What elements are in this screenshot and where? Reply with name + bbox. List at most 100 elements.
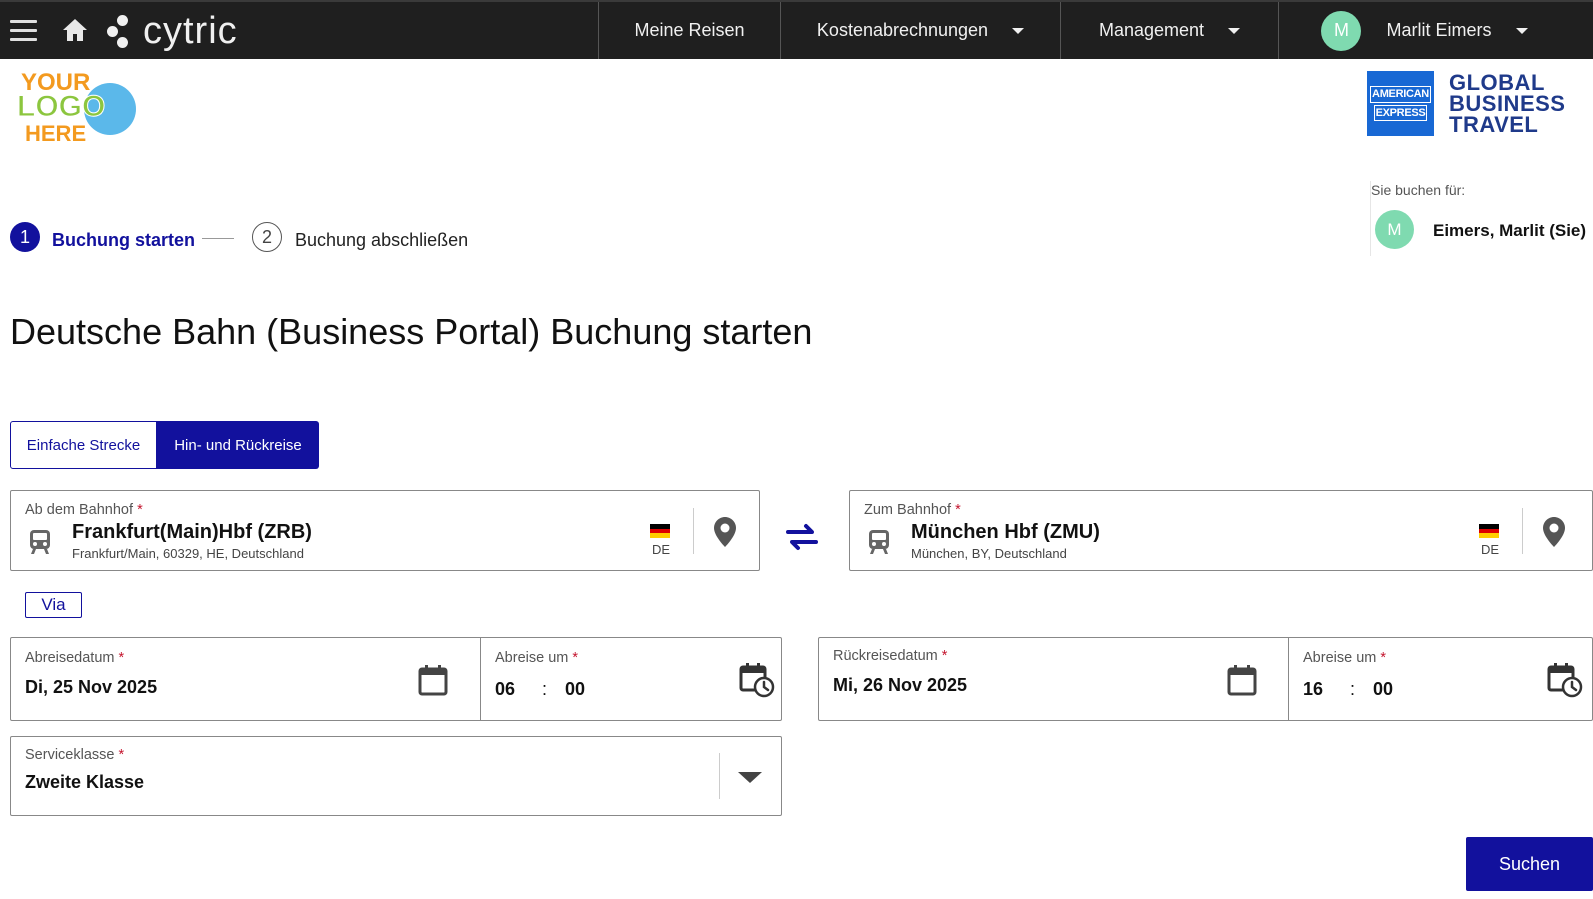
return-date-field[interactable]: Rückreisedatum * Mi, 26 Nov 2025 [818, 637, 1289, 721]
label-text: Abreise um [495, 650, 569, 666]
required-mark: * [955, 502, 961, 518]
gbt-line: BUSINESS [1449, 91, 1566, 116]
return-time-field[interactable]: Abreise um * 16 : 00 [1288, 637, 1593, 721]
required-mark: * [137, 502, 143, 518]
departure-date-value: Di, 25 Nov 2025 [25, 677, 158, 697]
label-text: Abreise um [1303, 650, 1377, 666]
nav-label: Kostenabrechnungen [816, 20, 989, 40]
return-hour-input[interactable]: 16 [1303, 679, 1323, 700]
required-mark: * [118, 650, 125, 666]
company-logo: YOUR LOGO HERE [17, 69, 136, 146]
swap-stations-icon[interactable] [784, 522, 820, 552]
to-station-field[interactable]: Zum Bahnhof * München Hbf (ZMU) München,… [849, 490, 1593, 571]
from-station-label: Ab dem Bahnhof * [25, 502, 143, 518]
departure-hour-input[interactable]: 06 [495, 679, 515, 700]
required-mark: * [1380, 650, 1387, 666]
return-date-value: Mi, 26 Nov 2025 [833, 675, 968, 695]
from-country-code: DE [652, 542, 671, 557]
map-pin-icon[interactable] [1542, 516, 1566, 548]
nav-kostenabrechnungen[interactable]: Kostenabrechnungen [780, 2, 1060, 59]
nav-meine-reisen[interactable]: Meine Reisen [598, 2, 780, 59]
departure-time-label: Abreise um * [495, 650, 578, 666]
cytric-brand-name: cytric [143, 10, 238, 52]
to-station-name: München Hbf (ZMU) [911, 521, 1100, 543]
gbt-text: GLOBAL BUSINESS TRAVEL [1449, 70, 1566, 137]
page-title: Deutsche Bahn (Business Portal) Buchung … [10, 311, 813, 352]
label-text: Zum Bahnhof [864, 502, 952, 518]
calendar-icon[interactable] [1227, 664, 1257, 696]
from-station-field[interactable]: Ab dem Bahnhof * Frankfurt(Main)Hbf (ZRB… [10, 490, 760, 571]
gbt-line: TRAVEL [1449, 112, 1539, 137]
cytric-logo-mark [105, 11, 135, 51]
add-via-button[interactable]: Via [25, 592, 82, 618]
label-text: Abreisedatum [25, 650, 115, 666]
required-mark: * [941, 648, 948, 664]
time-separator: : [542, 679, 548, 699]
top-navigation-bar: cytric Meine Reisen Kostenabrechnungen M… [0, 0, 1593, 59]
nav-label: Management [1098, 20, 1205, 40]
departure-minute-input[interactable]: 00 [565, 679, 585, 700]
home-icon[interactable] [61, 17, 89, 43]
germany-flag-icon [1479, 524, 1499, 538]
booking-for-label: Sie buchen für: [1371, 182, 1466, 198]
amex-box: AMERICAN EXPRESS [1367, 71, 1434, 136]
return-date-label: Rückreisedatum * [833, 648, 947, 664]
step-1-label: Buchung starten [52, 230, 196, 250]
booking-for-panel: Sie buchen für: M Eimers, Marlit (Sie) [1370, 181, 1593, 256]
round-trip-button[interactable]: Hin- und Rückreise [157, 421, 319, 469]
step-divider [202, 238, 234, 239]
gbt-line: GLOBAL [1449, 70, 1545, 95]
train-icon [30, 530, 50, 554]
logo-text-logo: LOGO [17, 90, 105, 123]
divider [719, 753, 720, 799]
chevron-down-icon [1228, 27, 1241, 34]
service-class-label: Serviceklasse * [25, 747, 124, 763]
traveler-name: Eimers, Marlit (Sie) [1433, 221, 1587, 240]
chevron-down-icon [1012, 27, 1025, 34]
user-name: Marlit Eimers [1386, 20, 1492, 40]
divider [693, 508, 694, 554]
divider [1522, 508, 1523, 554]
to-station-label: Zum Bahnhof * [864, 502, 961, 518]
amex-box-line: AMERICAN [1370, 86, 1431, 103]
calendar-icon[interactable] [418, 664, 448, 696]
nav-label: Meine Reisen [634, 20, 745, 40]
required-mark: * [572, 650, 579, 666]
service-class-select[interactable]: Serviceklasse * Zweite Klasse [10, 736, 782, 816]
amex-box-line: EXPRESS [1373, 104, 1428, 121]
departure-date-field[interactable]: Abreisedatum * Di, 25 Nov 2025 [10, 637, 481, 721]
label-text: Ab dem Bahnhof [25, 502, 134, 518]
step-2-label: Buchung abschließen [295, 230, 469, 250]
menu-icon[interactable] [10, 20, 37, 42]
chevron-down-icon[interactable] [738, 772, 762, 783]
calendar-clock-icon[interactable] [1547, 662, 1583, 698]
calendar-clock-icon[interactable] [739, 662, 775, 698]
label-text: Rückreisedatum [833, 648, 938, 664]
germany-flag-icon [650, 524, 670, 538]
departure-date-label: Abreisedatum * [25, 650, 124, 666]
return-minute-input[interactable]: 00 [1373, 679, 1393, 700]
step-1-indicator: 1 [10, 222, 40, 252]
map-pin-icon[interactable] [713, 516, 737, 548]
amex-gbt-logo: AMERICAN EXPRESS GLOBAL BUSINESS TRAVEL [1367, 71, 1565, 136]
user-menu[interactable]: M Marlit Eimers [1278, 2, 1570, 59]
service-class-value: Zweite Klasse [25, 772, 145, 792]
from-station-address: Frankfurt/Main, 60329, HE, Deutschland [72, 546, 304, 561]
avatar: M [1375, 210, 1414, 249]
nav-management[interactable]: Management [1060, 2, 1278, 59]
required-mark: * [118, 747, 125, 763]
chevron-down-icon [1515, 27, 1528, 34]
train-icon [869, 530, 889, 554]
one-way-button[interactable]: Einfache Strecke [10, 421, 157, 469]
logo-text-here: HERE [25, 121, 86, 146]
from-station-name: Frankfurt(Main)Hbf (ZRB) [72, 521, 312, 543]
to-country-code: DE [1481, 542, 1500, 557]
departure-time-field[interactable]: Abreise um * 06 : 00 [480, 637, 782, 721]
step-2-indicator: 2 [252, 222, 282, 252]
time-separator: : [1350, 679, 1356, 699]
trip-type-toggle: Einfache Strecke Hin- und Rückreise [10, 421, 319, 469]
label-text: Serviceklasse [25, 747, 115, 763]
cytric-logo[interactable]: cytric [105, 9, 238, 53]
return-time-label: Abreise um * [1303, 650, 1386, 666]
search-button[interactable]: Suchen [1466, 837, 1593, 891]
